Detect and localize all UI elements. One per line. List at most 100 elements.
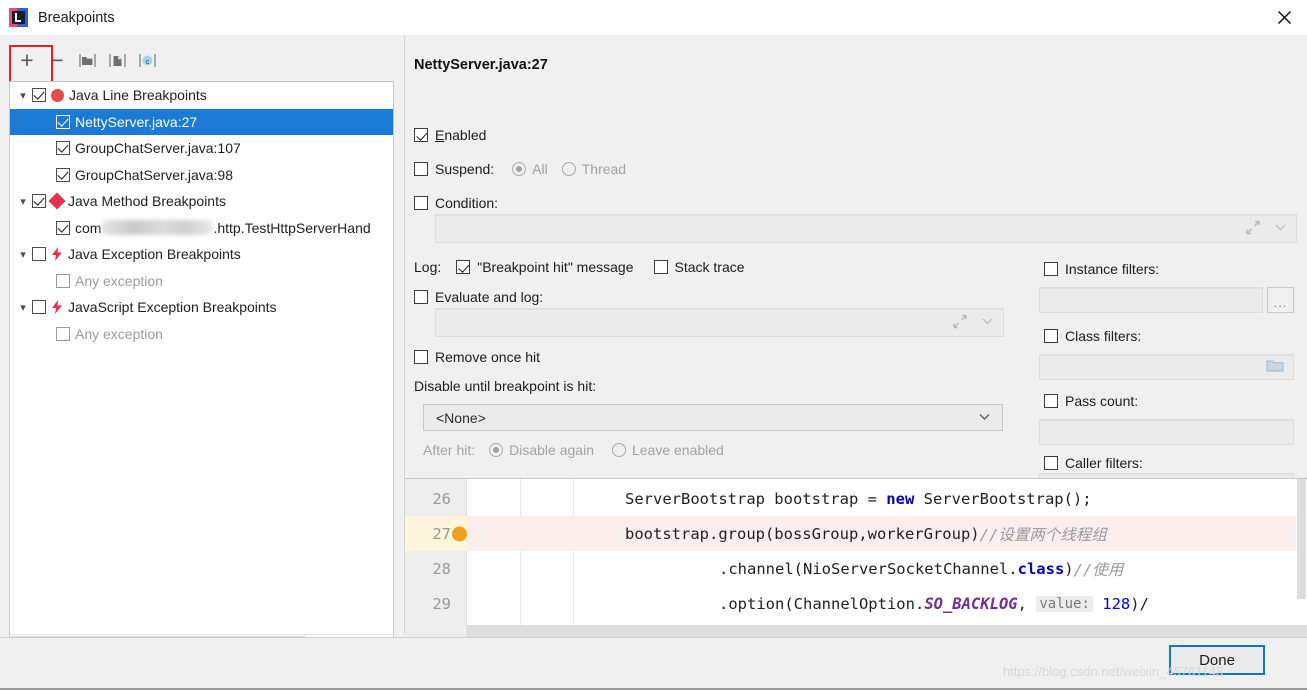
disable-until-dropdown[interactable]: <None> (423, 404, 1003, 431)
disable-until-label-row: Disable until breakpoint is hit: (414, 378, 596, 394)
close-icon[interactable] (1261, 0, 1307, 35)
tree-node-label: Java Method Breakpoints (68, 193, 226, 210)
code-line-text: .option(ChannelOption. SO_BACKLOG, value:… (719, 594, 1149, 613)
class-filters-input[interactable] (1039, 354, 1294, 380)
add-breakpoint-button[interactable]: + (12, 45, 42, 75)
pass-count-checkbox[interactable] (1044, 394, 1058, 408)
code-line-number: 26 (432, 489, 451, 508)
group-by-class-button[interactable]: c (132, 45, 162, 75)
instance-filters-row[interactable]: Instance filters: (1044, 261, 1159, 277)
code-horizontal-scrollbar[interactable] (405, 625, 1307, 637)
log-row: Log: "Breakpoint hit" message Stack trac… (414, 259, 745, 275)
scrollbar-thumb[interactable] (1297, 479, 1306, 599)
class-filters-row[interactable]: Class filters: (1044, 328, 1141, 344)
expand-icon[interactable] (952, 313, 968, 332)
remove-once-hit-row[interactable]: Remove once hit (414, 349, 540, 365)
tree-node-javascript-exception-breakpoints[interactable]: ▾ JavaScript Exception Breakpoints (10, 294, 393, 321)
condition-checkbox[interactable] (414, 196, 428, 210)
tree-node-label: Any exception (75, 325, 163, 342)
tree-node-java-method-breakpoints[interactable]: ▾ Java Method Breakpoints (10, 188, 393, 215)
ellipsis-icon: ... (1273, 295, 1288, 310)
enabled-checkbox[interactable] (414, 128, 428, 142)
enabled-checkbox-row[interactable]: Enabled (414, 127, 486, 143)
tree-node-checkbox[interactable] (32, 300, 46, 315)
suspend-thread-radio[interactable]: Thread (561, 161, 626, 177)
tree-node-test-http-server-handler[interactable]: ▾ com.http.TestHttpServerHand (10, 215, 393, 242)
after-hit-leave-enabled-radio[interactable]: Leave enabled (611, 442, 724, 458)
remove-breakpoint-button[interactable]: − (42, 45, 72, 75)
condition-row[interactable]: Condition: (414, 195, 498, 211)
chevron-down-icon[interactable] (980, 314, 995, 332)
chevron-down-icon[interactable]: ▾ (14, 195, 32, 208)
breakpoints-dialog: Breakpoints + − c ▾ Java Line Breakpoint… (0, 0, 1307, 690)
chevron-down-icon[interactable] (1273, 220, 1288, 238)
expand-icon[interactable] (1245, 219, 1261, 238)
suspend-all-radio[interactable]: All (512, 161, 548, 177)
condition-input[interactable] (435, 214, 1297, 243)
tree-node-java-exception-breakpoints[interactable]: ▾ Java Exception Breakpoints (10, 241, 393, 268)
tree-node-groupchatserver-java-98[interactable]: ▾ GroupChatServer.java:98 (10, 162, 393, 189)
red-dot-icon (51, 88, 64, 102)
tree-node-checkbox[interactable] (32, 247, 46, 262)
tree-node-any-exception-js[interactable]: ▾ Any exception (10, 321, 393, 348)
pass-count-row[interactable]: Pass count: (1044, 393, 1138, 409)
class-filters-checkbox[interactable] (1044, 329, 1058, 343)
tree-node-checkbox[interactable] (56, 326, 70, 341)
tree-node-checkbox[interactable] (56, 167, 70, 182)
code-line-number: 28 (432, 559, 451, 578)
remove-once-hit-checkbox[interactable] (414, 350, 428, 364)
mute-breakpoints-button[interactable] (72, 45, 102, 75)
code-vertical-scrollbar[interactable] (1296, 479, 1307, 637)
tree-node-java-line-breakpoints[interactable]: ▾ Java Line Breakpoints (10, 82, 393, 109)
red-diamond-icon (48, 192, 66, 210)
chevron-down-icon[interactable]: ▾ (14, 89, 32, 102)
code-line-text: ServerBootstrap bootstrap = new ServerBo… (625, 489, 1092, 508)
breakpoint-hit-message-checkbox[interactable] (456, 260, 471, 274)
instance-filters-checkbox[interactable] (1044, 262, 1058, 276)
log-label: Log: (414, 259, 442, 275)
done-button[interactable]: Done (1169, 645, 1265, 675)
stack-trace-checkbox-row[interactable]: Stack trace (653, 259, 745, 275)
condition-field-icons (1245, 219, 1288, 238)
disable-until-label: Disable until breakpoint is hit: (414, 378, 597, 394)
tree-node-checkbox[interactable] (56, 273, 70, 288)
stack-trace-label: Stack trace (674, 259, 745, 275)
folder-icon[interactable] (1266, 358, 1285, 376)
stack-trace-checkbox[interactable] (653, 260, 668, 274)
dialog-footer: Done (0, 637, 1307, 688)
evaluate-and-log-row[interactable]: Evaluate and log: (414, 289, 543, 305)
evaluate-and-log-input[interactable] (435, 308, 1004, 337)
evaluate-and-log-checkbox[interactable] (414, 290, 428, 304)
code-line-text: bootstrap.group(bossGroup,workerGroup)//… (625, 524, 1107, 544)
tree-node-label: Any exception (75, 272, 163, 289)
code-line-28: 28 .channel(NioServerSocketChannel. class… (405, 551, 1307, 586)
chevron-down-icon[interactable]: ▾ (14, 301, 32, 314)
tree-node-nettyserver-java-27[interactable]: ▾ NettyServer.java:27 (10, 108, 393, 135)
pass-count-input[interactable] (1039, 419, 1294, 445)
tree-node-checkbox[interactable] (56, 220, 70, 235)
breakpoints-tree[interactable]: ▾ Java Line Breakpoints ▾ NettyServer.ja… (9, 81, 394, 648)
suspend-checkbox[interactable] (414, 162, 428, 176)
breakpoint-hit-message-checkbox-row[interactable]: "Breakpoint hit" message (456, 259, 634, 275)
red-bolt-icon (51, 247, 63, 262)
after-hit-label: After hit: (423, 442, 476, 458)
folder-icon (78, 53, 96, 67)
caller-filters-row[interactable]: Caller filters: (1044, 455, 1143, 471)
tree-node-any-exception-java[interactable]: ▾ Any exception (10, 268, 393, 295)
code-preview[interactable]: 26 ServerBootstrap bootstrap = new Serve… (405, 478, 1307, 637)
after-hit-disable-again-radio[interactable]: Disable again (489, 442, 594, 458)
scrollbar-thumb[interactable] (467, 625, 1307, 637)
tree-node-checkbox[interactable] (56, 141, 70, 156)
radio-indicator (561, 162, 576, 176)
breakpoint-marker-icon[interactable] (452, 526, 467, 541)
tree-node-checkbox[interactable] (32, 194, 46, 209)
instance-filters-browse-button[interactable]: ... (1267, 287, 1294, 313)
view-source-button[interactable] (102, 45, 132, 75)
tree-node-groupchatserver-java-107[interactable]: ▾ GroupChatServer.java:107 (10, 135, 393, 162)
chevron-down-icon[interactable]: ▾ (14, 248, 32, 261)
suspend-row[interactable]: Suspend: All Thread (414, 161, 626, 177)
instance-filters-input[interactable] (1039, 287, 1263, 313)
caller-filters-checkbox[interactable] (1044, 456, 1058, 470)
tree-node-checkbox[interactable] (32, 88, 46, 103)
tree-node-checkbox[interactable] (56, 114, 70, 129)
